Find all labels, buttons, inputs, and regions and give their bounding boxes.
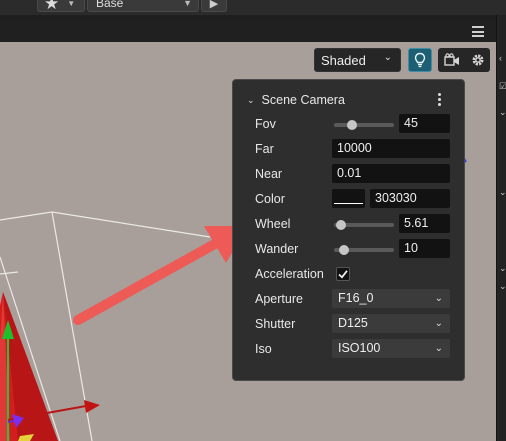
chevron-down-icon: ▼ [183, 0, 192, 8]
hamburger-icon[interactable] [472, 26, 484, 37]
scene-camera-panel: ⌄ Scene Camera Fov 45 Far 10000 Near 0.0… [232, 79, 465, 381]
aperture-label: Aperture [255, 292, 303, 306]
camera-controls [438, 48, 490, 72]
more-options-icon[interactable] [437, 93, 441, 106]
profile-dropdown[interactable]: Base ▼ [87, 0, 199, 12]
acceleration-label: Acceleration [255, 267, 324, 281]
favorites-button[interactable]: ★ ▼ [37, 0, 85, 12]
chevron-down-icon: ⌄ [434, 293, 443, 304]
chevron-down-icon: ⌄ [434, 318, 443, 329]
panel-header[interactable]: ⌄ Scene Camera [247, 91, 345, 109]
color-hex-input[interactable]: 303030 [370, 189, 450, 208]
chevron-down-icon: ▼ [67, 0, 76, 8]
aperture-value: F16_0 [338, 291, 374, 305]
chevron-down-icon: ⌄ [434, 343, 443, 354]
shutter-label: Shutter [255, 317, 296, 331]
checkbox-icon[interactable]: ☑ [499, 81, 506, 92]
near-input[interactable]: 0.01 [332, 164, 450, 183]
camera-icon[interactable] [443, 53, 460, 67]
wander-slider[interactable] [334, 245, 394, 255]
lightbulb-icon [414, 52, 426, 68]
play-button[interactable]: ▶ [201, 0, 227, 12]
checkmark-icon [338, 270, 348, 279]
viewport-header [0, 21, 496, 42]
wheel-label: Wheel [255, 217, 291, 231]
fov-input[interactable]: 45 [399, 114, 450, 133]
wander-label: Wander [255, 242, 299, 256]
wander-input[interactable]: 10 [399, 239, 450, 258]
chevron-down-icon[interactable]: ⌄ [499, 281, 506, 292]
shutter-value: D125 [338, 316, 368, 330]
aperture-dropdown[interactable]: F16_0 ⌄ [332, 289, 450, 308]
color-label: Color [255, 192, 285, 206]
acceleration-checkbox[interactable] [336, 267, 350, 281]
fov-slider-thumb[interactable] [346, 120, 357, 130]
side-panel-edge: ‹ ☑ ⌄ ⌄ ⌄ ⌄ [496, 15, 506, 441]
iso-dropdown[interactable]: ISO100 ⌄ [332, 339, 450, 358]
shading-mode-dropdown[interactable]: Shaded ⌄ [314, 48, 401, 72]
far-label: Far [255, 142, 274, 156]
chevron-down-icon[interactable]: ⌄ [499, 107, 506, 118]
wheel-slider[interactable] [334, 220, 394, 230]
gear-icon[interactable] [471, 53, 485, 67]
iso-label: Iso [255, 342, 272, 356]
play-icon: ▶ [209, 0, 219, 10]
shading-mode-value: Shaded [321, 52, 366, 68]
profile-value: Base [96, 0, 124, 10]
fov-slider[interactable] [334, 120, 394, 130]
chevron-down-icon[interactable]: ⌄ [499, 263, 506, 274]
wheel-input[interactable]: 5.61 [399, 214, 450, 233]
chevron-down-icon: ⌄ [247, 94, 255, 105]
top-toolbar: ★ ▼ Base ▼ ▶ [0, 0, 506, 15]
near-label: Near [255, 167, 283, 181]
star-icon: ★ [44, 0, 60, 13]
fov-label: Fov [255, 117, 276, 131]
wander-slider-thumb[interactable] [339, 245, 349, 255]
shutter-dropdown[interactable]: D125 ⌄ [332, 314, 450, 333]
chevron-down-icon[interactable]: ⌄ [499, 187, 506, 198]
chevron-left-icon[interactable]: ‹ [499, 53, 502, 63]
iso-value: ISO100 [338, 341, 381, 355]
panel-title: Scene Camera [261, 93, 345, 107]
wheel-slider-thumb[interactable] [335, 220, 346, 230]
color-swatch[interactable] [332, 189, 365, 208]
lighting-toggle-button[interactable] [408, 48, 432, 72]
chevron-down-icon: ⌄ [383, 52, 392, 63]
far-input[interactable]: 10000 [332, 139, 450, 158]
